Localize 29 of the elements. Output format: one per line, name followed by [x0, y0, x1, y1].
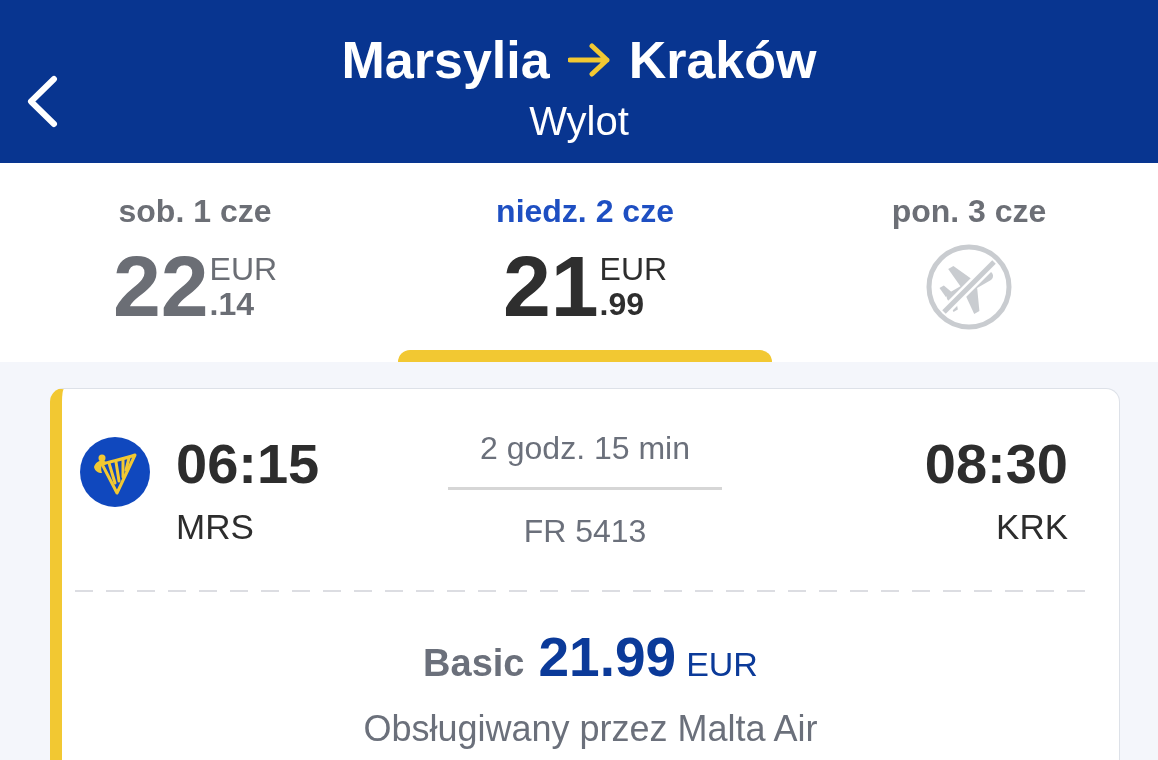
price-cents: .99	[599, 288, 645, 320]
price-currency: EUR	[599, 253, 668, 285]
back-button[interactable]	[25, 75, 58, 128]
price-cents: .14	[209, 288, 255, 320]
harp-logo-icon	[80, 437, 150, 507]
route-destination: Kraków	[628, 30, 817, 91]
chevron-left-icon	[25, 75, 58, 128]
price-whole: 21	[502, 243, 599, 329]
fare-name: Basic	[423, 644, 525, 682]
flight-card[interactable]: 06:15 MRS 2 godz. 15 min FR 5413 08:30 KRK Basic 21.99 EUR Obsługiwany przez Malta Air	[50, 388, 1120, 760]
route-origin: Marsylia	[341, 30, 550, 91]
plane-crossed-icon	[926, 244, 1012, 330]
price-currency: EUR	[209, 253, 278, 285]
arrival-time: 08:30	[924, 436, 1068, 492]
date-label: sob. 1 cze	[118, 195, 272, 227]
price-whole: 22	[112, 243, 209, 329]
departure-airport: MRS	[176, 509, 254, 544]
flight-number: FR 5413	[523, 515, 647, 547]
fare-currency: EUR	[686, 647, 758, 681]
departure-time: 06:15	[176, 436, 320, 492]
date-label: niedz. 2 cze	[496, 195, 674, 227]
page-subtitle: Wylot	[529, 99, 629, 143]
flight-duration: 2 godz. 15 min	[480, 432, 690, 464]
arrival-airport: KRK	[996, 509, 1068, 544]
arrow-right-icon	[567, 43, 611, 77]
date-tab[interactable]: pon. 3 cze	[780, 163, 1158, 362]
operator-text: Obsługiwany przez Malta Air	[363, 711, 818, 747]
date-label: pon. 3 cze	[891, 195, 1047, 227]
fare-price: 21.99	[538, 630, 677, 685]
